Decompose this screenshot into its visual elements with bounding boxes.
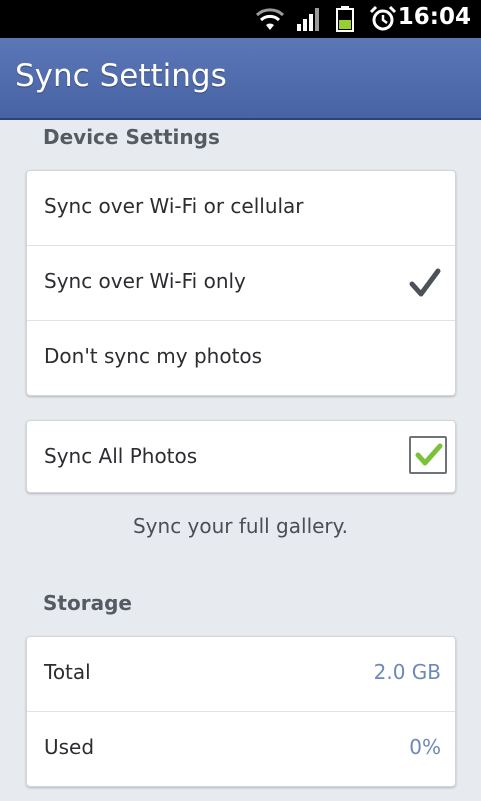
device-settings-header: Device Settings (43, 125, 220, 149)
sync-all-caption: Sync your full gallery. (132, 514, 348, 538)
option-label: Don't sync my photos (44, 344, 263, 368)
storage-total-row: Total 2.0 GB (27, 637, 455, 712)
sync-all-label: Sync All Photos (44, 444, 198, 468)
option-label: Sync over Wi-Fi only (44, 269, 246, 293)
status-bar: 16:04 (0, 0, 481, 38)
app-bar: Sync Settings (0, 38, 481, 120)
storage-header: Storage (43, 591, 132, 615)
storage-label: Total (44, 660, 91, 684)
storage-value: 2.0 GB (373, 660, 441, 684)
checkmark-icon (409, 268, 441, 297)
option-dont-sync[interactable]: Don't sync my photos (27, 321, 455, 395)
sync-options-list: Sync over Wi-Fi or cellular Sync over Wi… (26, 170, 456, 396)
page-title: Sync Settings (15, 58, 227, 94)
option-label: Sync over Wi-Fi or cellular (44, 194, 304, 218)
clock: 16:04 (397, 4, 471, 30)
sync-all-card: Sync All Photos (26, 420, 456, 493)
option-wifi-only[interactable]: Sync over Wi-Fi only (27, 246, 455, 321)
storage-list: Total 2.0 GB Used 0% (26, 636, 456, 787)
check-icon (415, 443, 443, 466)
sync-all-checkbox[interactable] (409, 436, 447, 474)
alarm-icon (369, 6, 397, 31)
signal-icon (297, 8, 319, 31)
sync-all-photos-row[interactable]: Sync All Photos (27, 421, 455, 492)
option-wifi-or-cellular[interactable]: Sync over Wi-Fi or cellular (27, 171, 455, 246)
storage-used-row: Used 0% (27, 712, 455, 786)
wifi-icon (255, 8, 285, 30)
storage-value: 0% (409, 735, 441, 759)
battery-icon (336, 6, 354, 32)
storage-label: Used (44, 735, 95, 759)
